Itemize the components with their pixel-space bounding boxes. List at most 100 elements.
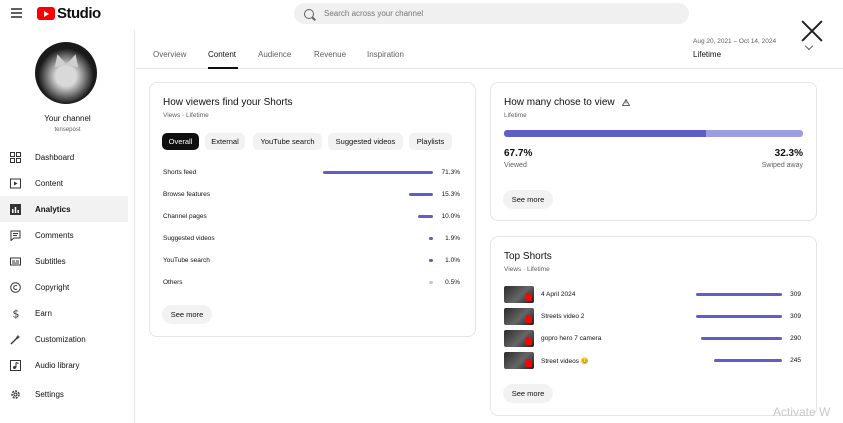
search-icon [304, 8, 314, 19]
tab-inspiration[interactable]: Inspiration [367, 50, 404, 59]
traffic-source-percent: 71.3% [441, 169, 460, 176]
sidebar-item-subtitles[interactable]: Subtitles [0, 248, 135, 274]
date-range[interactable]: Aug 20, 2021 – Oct 14, 2024 [693, 38, 776, 45]
traffic-source-bar [323, 171, 433, 174]
sidebar-nav: Dashboard Content Analytics Comments Sub… [0, 144, 135, 402]
chip-playlists[interactable]: Playlists [409, 133, 452, 150]
see-more-button[interactable]: See more [503, 190, 553, 209]
tab-overview[interactable]: Overview [153, 50, 186, 59]
short-title[interactable]: gopro hero 7 camera [541, 335, 601, 342]
card-subtitle: Views · Lifetime [163, 112, 209, 119]
sidebar-item-content[interactable]: Content [0, 170, 135, 196]
sidebar-item-audio-library[interactable]: Audio library [0, 352, 135, 378]
short-thumbnail[interactable] [504, 352, 534, 369]
short-views: 290 [790, 335, 801, 342]
shorts-icon [526, 293, 532, 301]
short-views-bar [701, 337, 782, 340]
comments-icon [10, 230, 21, 241]
menu-icon[interactable] [11, 8, 22, 18]
sidebar-item-copyright[interactable]: Copyright [0, 274, 135, 300]
channel-handle: tensepost [54, 127, 81, 133]
sidebar-item-comments[interactable]: Comments [0, 222, 135, 248]
see-more-button[interactable]: See more [162, 305, 212, 324]
traffic-source-bar [429, 259, 433, 262]
swiped-percent: 32.3% [774, 148, 803, 159]
short-views-bar [696, 315, 782, 318]
traffic-source-label: Shorts feed [163, 169, 197, 176]
traffic-source-bar [429, 281, 433, 284]
traffic-source-label: Browse features [163, 191, 210, 198]
short-thumbnail[interactable] [504, 330, 534, 347]
brand-text: Studio [57, 5, 101, 22]
chip-youtube-search[interactable]: YouTube search [253, 133, 322, 150]
audio-library-icon [10, 359, 21, 371]
sidebar-item-label: Subtitles [35, 256, 66, 266]
chip-external[interactable]: External [205, 133, 245, 150]
short-title[interactable]: 4 April 2024 [541, 291, 575, 298]
tab-revenue[interactable]: Revenue [314, 50, 346, 59]
card-title: Top Shorts [504, 251, 552, 262]
sidebar-item-earn[interactable]: $ Earn [0, 300, 135, 326]
sidebar-item-label: Settings [35, 389, 64, 399]
card-title-text: How many chose to view [504, 97, 615, 108]
short-views: 309 [790, 291, 801, 298]
shorts-icon [526, 359, 532, 367]
short-thumbnail[interactable] [504, 286, 534, 303]
traffic-source-percent: 1.0% [445, 257, 460, 264]
swiped-label: Swiped away [761, 162, 803, 169]
search-box[interactable] [294, 3, 689, 24]
swiped-share-bar [706, 130, 803, 137]
search-input[interactable] [324, 9, 664, 18]
studio-logo[interactable]: Studio [37, 5, 101, 22]
chip-suggested-videos[interactable]: Suggested videos [328, 133, 403, 150]
sidebar-item-label: Audio library [35, 360, 80, 370]
sidebar-item-label: Copyright [35, 282, 70, 292]
viewed-percent: 67.7% [504, 148, 533, 159]
traffic-sources-card: How viewers find your Shorts Views · Lif… [149, 82, 476, 337]
sidebar-item-label: Content [35, 178, 64, 188]
short-title[interactable]: Streets video 2 [541, 313, 584, 320]
subtitles-icon [10, 256, 21, 267]
content-icon [10, 178, 21, 189]
sidebar-item-analytics[interactable]: Analytics [0, 196, 128, 222]
customization-icon [10, 334, 21, 345]
top-bar: Studio [0, 0, 843, 28]
chose-to-view-card: How many chose to view Lifetime 67.7% Vi… [490, 82, 817, 221]
traffic-source-bar [409, 193, 433, 196]
settings-icon [10, 389, 21, 400]
dashboard-icon [10, 151, 21, 163]
card-subtitle: Views · Lifetime [504, 266, 550, 273]
sidebar-item-label: Comments [35, 230, 74, 240]
sidebar-item-label: Customization [35, 334, 86, 344]
tab-audience[interactable]: Audience [258, 50, 291, 59]
traffic-source-bar [429, 237, 433, 240]
earn-icon: $ [10, 308, 21, 319]
short-title[interactable]: Street videos 😊 [541, 357, 589, 365]
tab-content[interactable]: Content [208, 50, 236, 59]
shorts-icon [526, 337, 532, 345]
analytics-tabs: Overview Content Audience Revenue Inspir… [136, 28, 843, 69]
analytics-icon [10, 203, 21, 215]
top-shorts-card: Top Shorts Views · Lifetime 4 April 2024… [490, 236, 817, 416]
copyright-icon [10, 281, 21, 293]
short-views-bar [713, 359, 782, 362]
traffic-source-label: Channel pages [163, 213, 207, 220]
short-views-bar [696, 293, 782, 296]
sidebar-item-dashboard[interactable]: Dashboard [0, 144, 135, 170]
sidebar-item-customization[interactable]: Customization [0, 326, 135, 352]
short-thumbnail[interactable] [504, 308, 534, 325]
shorts-icon [526, 315, 532, 323]
warning-icon [622, 98, 631, 106]
avatar[interactable] [35, 42, 97, 104]
traffic-source-percent: 10.0% [441, 213, 460, 220]
chip-overall[interactable]: Overall [162, 133, 199, 150]
sidebar-item-label: Dashboard [35, 152, 75, 162]
sidebar-item-label: Analytics [35, 204, 71, 214]
traffic-source-percent: 15.3% [441, 191, 460, 198]
traffic-source-percent: 0.5% [445, 279, 460, 286]
see-more-button[interactable]: See more [503, 384, 553, 403]
traffic-source-label: YouTube search [163, 257, 210, 264]
traffic-source-label: Suggested videos [163, 235, 215, 242]
date-period[interactable]: Lifetime [693, 50, 721, 59]
sidebar-item-settings[interactable]: Settings [0, 378, 135, 402]
